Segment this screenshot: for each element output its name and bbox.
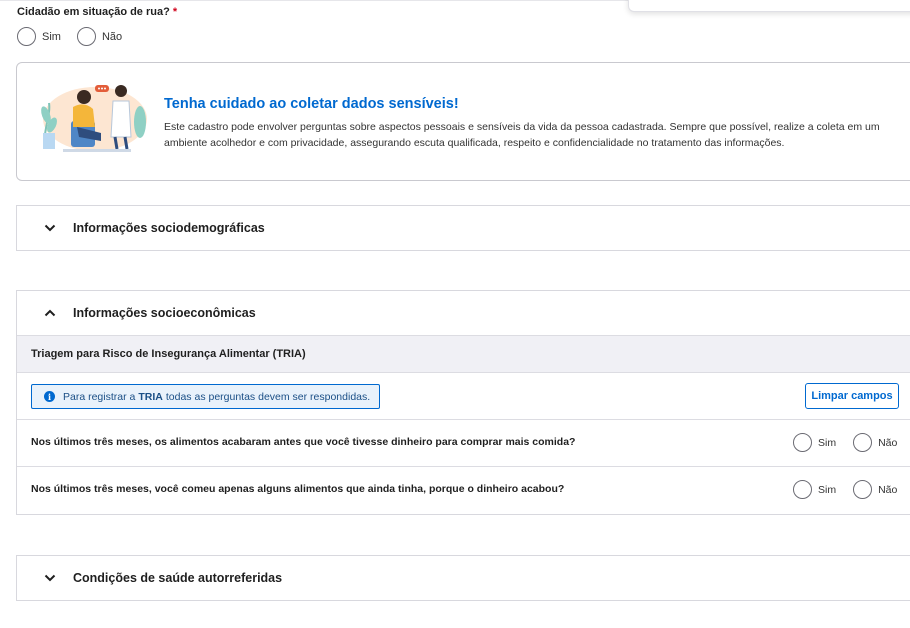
street-no-radio[interactable] [76,27,96,46]
panel-sociodemographic: Informações sociodemográficas [16,205,910,251]
tria-heading: Triagem para Risco de Insegurança Alimen… [17,335,910,373]
info-icon: i [44,391,55,402]
sensitive-data-notice: Tenha cuidado ao coletar dados sensíveis… [16,62,910,181]
q2-yes-radio[interactable] [793,480,812,499]
tria-question-text: Nos últimos três meses, os alimentos aca… [31,436,576,448]
tria-question-row: Nos últimos três meses, os alimentos aca… [17,420,910,467]
panel-health-conditions-title: Condições de saúde autorreferidas [73,571,283,585]
street-yes-label[interactable]: Sim [42,31,61,43]
chevron-down-icon [44,224,56,232]
q1-yes-label[interactable]: Sim [818,437,836,449]
q2-no-radio[interactable] [853,480,873,499]
street-no-label[interactable]: Não [102,31,122,43]
alert-text-suffix: todas as perguntas devem ser respondidas… [165,390,371,403]
q1-no-radio[interactable] [853,433,873,452]
tria-question-text: Nos últimos três meses, você comeu apena… [31,483,565,495]
q2-yes-label[interactable]: Sim [818,484,836,496]
panel-socioeconomic-header[interactable]: Informações socioeconômicas [17,291,910,335]
panel-socioeconomic-title: Informações socioeconômicas [73,306,256,320]
panel-health-conditions-header[interactable]: Condições de saúde autorreferidas [17,556,910,600]
tria-question-options: Sim Não [793,433,910,452]
tria-question-row: Nos últimos três meses, você comeu apena… [17,467,910,514]
q1-no-label[interactable]: Não [878,437,897,449]
tria-alert-row: i Para registrar a TRIA todas as pergunt… [17,373,910,420]
panel-socioeconomic: Informações socioeconômicas Triagem para… [16,290,910,515]
chevron-up-icon [44,309,56,317]
panel-sociodemographic-title: Informações sociodemográficas [73,221,265,235]
street-situation-options: Sim Não [17,27,138,46]
overlay-popup-edge [628,0,910,12]
q1-yes-radio[interactable] [793,433,812,452]
notice-title: Tenha cuidado ao coletar dados sensíveis… [164,96,459,112]
alert-text-prefix: Para registrar a [63,390,136,403]
required-mark: * [172,6,178,18]
tria-info-alert: i Para registrar a TRIA todas as pergunt… [31,384,380,409]
notice-text: Este cadastro pode envolver perguntas so… [164,121,880,149]
alert-text-bold: TRIA [138,390,163,403]
panel-sociodemographic-header[interactable]: Informações sociodemográficas [17,206,910,250]
top-divider [0,0,628,1]
care-illustration [41,85,147,152]
q2-no-label[interactable]: Não [878,484,897,496]
clear-fields-button[interactable]: Limpar campos [805,383,899,409]
chevron-down-icon [44,574,56,582]
tria-question-options: Sim Não [793,480,910,499]
panel-health-conditions: Condições de saúde autorreferidas [16,555,910,601]
street-yes-radio[interactable] [17,27,36,46]
street-situation-label: Cidadão em situação de rua? * [17,6,178,18]
